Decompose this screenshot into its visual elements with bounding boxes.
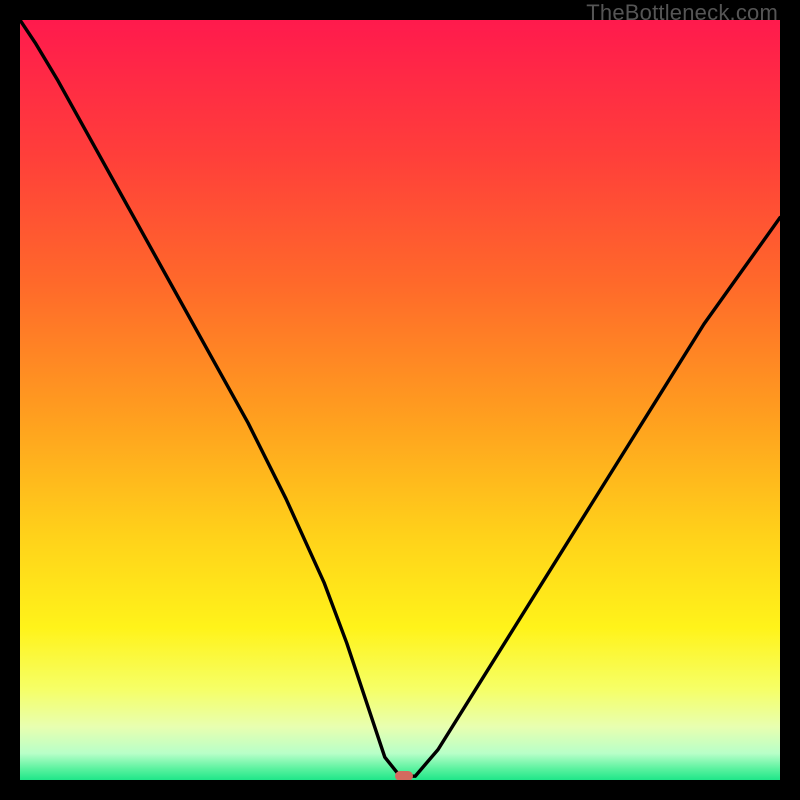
plot-area [20,20,780,780]
chart-stage: TheBottleneck.com [0,0,800,800]
bottleneck-curve [20,20,780,776]
optimal-marker [395,771,413,780]
curve-layer [20,20,780,780]
